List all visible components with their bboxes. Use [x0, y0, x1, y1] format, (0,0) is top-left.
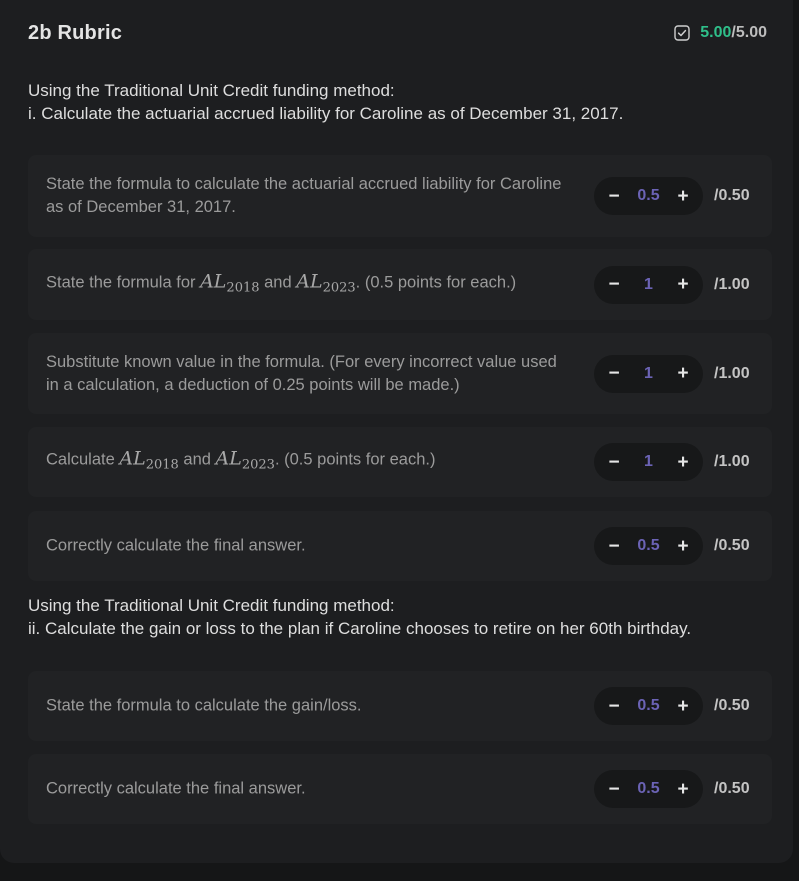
- math-al-2023: AL2023: [215, 447, 275, 473]
- section-prompt-ii: Using the Traditional Unit Credit fundin…: [28, 594, 773, 640]
- math-subscript: 2023: [241, 457, 275, 473]
- rubric-item: Calculate AL2018 and AL2023. (0.5 points…: [28, 427, 772, 497]
- decrement-button[interactable]: −: [606, 187, 622, 206]
- increment-button[interactable]: +: [675, 275, 691, 294]
- increment-button[interactable]: +: [675, 537, 691, 556]
- points-stepper: − 1 +: [594, 265, 703, 304]
- points-stepper: − 1 +: [594, 354, 703, 393]
- rubric-item-text: State the formula for AL2018 and AL2023.…: [46, 270, 566, 299]
- checkbox-checked-icon: [674, 25, 690, 41]
- points-value[interactable]: 0.5: [622, 187, 675, 205]
- math-base: AL: [215, 447, 242, 470]
- points-stepper: − 0.5 +: [594, 770, 703, 808]
- increment-button[interactable]: +: [675, 780, 691, 799]
- item-text-part: . (0.5 points for each.): [274, 450, 436, 469]
- max-points: /0.50: [714, 697, 750, 714]
- math-al-2023: AL2023: [296, 270, 356, 295]
- increment-button[interactable]: +: [675, 187, 691, 206]
- increment-button[interactable]: +: [675, 453, 691, 472]
- points-value[interactable]: 1: [622, 276, 675, 294]
- item-text-part: . (0.5 points for each.): [355, 273, 517, 291]
- rubric-item-text: Substitute known value in the formula. (…: [46, 352, 557, 394]
- rubric-item: State the formula to calculate the gain/…: [28, 671, 772, 741]
- rubric-title: 2b Rubric: [28, 21, 123, 44]
- rubric-item-text: Correctly calculate the final answer.: [46, 536, 306, 555]
- decrement-button[interactable]: −: [606, 275, 622, 294]
- math-base: AL: [296, 270, 323, 292]
- section-prompt-line2: ii. Calculate the gain or loss to the pl…: [28, 619, 692, 638]
- points-value[interactable]: 0.5: [622, 537, 675, 555]
- item-text-part: and: [259, 273, 297, 291]
- rubric-panel: 2b Rubric 5.00/5.00 Using the Traditiona…: [0, 0, 793, 863]
- points-stepper: − 0.5 +: [594, 177, 703, 215]
- rubric-item-text: Correctly calculate the final answer.: [46, 779, 306, 798]
- increment-button[interactable]: +: [675, 697, 691, 716]
- points-value[interactable]: 1: [622, 453, 675, 471]
- decrement-button[interactable]: −: [606, 537, 622, 556]
- points-value[interactable]: 0.5: [622, 697, 675, 715]
- score-total: /5.00: [731, 24, 767, 41]
- rubric-item: State the formula for AL2018 and AL2023.…: [28, 249, 772, 320]
- math-al-2018: AL2018: [200, 270, 260, 295]
- section-prompt-line1: Using the Traditional Unit Credit fundin…: [28, 81, 395, 100]
- max-points: /1.00: [714, 364, 750, 382]
- points-stepper: − 0.5 +: [594, 687, 703, 725]
- math-subscript: 2018: [145, 457, 179, 473]
- decrement-button[interactable]: −: [606, 364, 622, 383]
- section-prompt-i: Using the Traditional Unit Credit fundin…: [28, 79, 773, 125]
- item-text-part: and: [178, 450, 216, 469]
- math-subscript: 2018: [226, 280, 260, 295]
- decrement-button[interactable]: −: [606, 453, 622, 472]
- math-base: AL: [200, 270, 227, 292]
- math-al-2018: AL2018: [119, 447, 179, 473]
- rubric-item: Correctly calculate the final answer. − …: [28, 754, 772, 824]
- rubric-item: State the formula to calculate the actua…: [28, 155, 772, 237]
- rubric-item: Substitute known value in the formula. (…: [28, 333, 772, 414]
- section-prompt-line2: i. Calculate the actuarial accrued liabi…: [28, 104, 624, 123]
- max-points: /1.00: [714, 453, 750, 470]
- points-stepper: − 1 +: [594, 443, 703, 481]
- item-text-part: Calculate: [46, 450, 120, 469]
- item-text-part: State the formula for: [46, 273, 201, 291]
- max-points: /0.50: [714, 187, 750, 204]
- rubric-item: Correctly calculate the final answer. − …: [28, 511, 772, 581]
- max-points: /0.50: [714, 780, 750, 797]
- math-base: AL: [119, 447, 146, 470]
- decrement-button[interactable]: −: [606, 697, 622, 716]
- points-value[interactable]: 0.5: [622, 780, 675, 798]
- rubric-item-text: Calculate AL2018 and AL2023. (0.5 points…: [46, 448, 566, 477]
- total-score: 5.00/5.00: [674, 24, 767, 42]
- points-stepper: − 0.5 +: [594, 527, 703, 565]
- math-subscript: 2023: [322, 280, 356, 295]
- max-points: /1.00: [714, 275, 750, 293]
- increment-button[interactable]: +: [675, 364, 691, 383]
- points-value[interactable]: 1: [622, 365, 675, 383]
- rubric-item-text: State the formula to calculate the gain/…: [46, 696, 362, 715]
- score-earned: 5.00: [700, 24, 732, 41]
- rubric-header: 2b Rubric 5.00/5.00: [28, 20, 767, 46]
- max-points: /0.50: [714, 537, 750, 554]
- rubric-item-text: State the formula to calculate the actua…: [46, 175, 562, 216]
- section-prompt-line1: Using the Traditional Unit Credit fundin…: [28, 596, 395, 615]
- decrement-button[interactable]: −: [606, 780, 622, 799]
